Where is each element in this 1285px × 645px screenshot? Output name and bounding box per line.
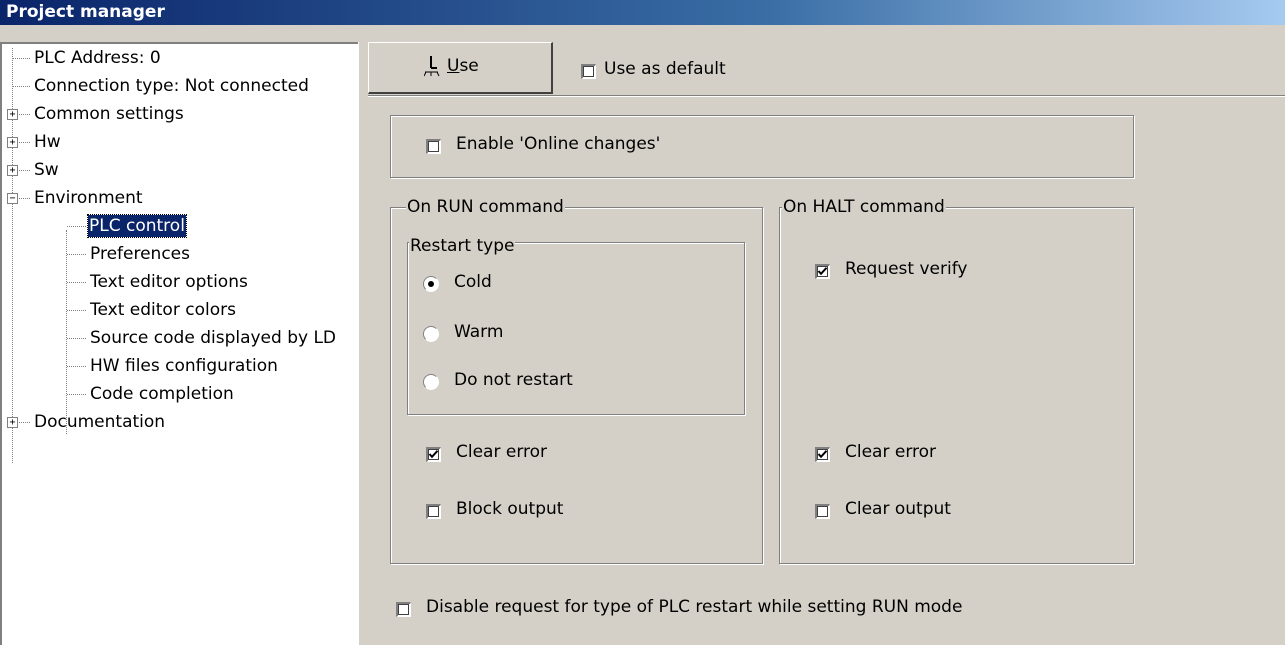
tree-item-label: HW files configuration	[90, 356, 278, 376]
tree-item-label: Documentation	[34, 412, 166, 432]
restart-type-title: Restart type	[409, 236, 516, 256]
expand-icon[interactable]: +	[7, 417, 18, 428]
tree-item-label: PLC control	[87, 214, 187, 238]
enable-online-changes-checkbox[interactable]	[426, 139, 441, 154]
tree-env-line	[66, 230, 67, 434]
tree-item-label: Common settings	[34, 104, 184, 124]
project-tree[interactable]: PLC Address: 0 Connection type: Not conn…	[0, 42, 358, 645]
restart-cold-label: Cold	[454, 272, 492, 292]
restart-none-radio[interactable]	[423, 374, 439, 390]
clear-output-checkbox[interactable]	[815, 504, 830, 519]
use-as-default-checkbox[interactable]	[581, 64, 596, 79]
expand-icon[interactable]: +	[7, 165, 18, 176]
block-output-label: Block output	[456, 499, 564, 519]
disable-restart-request-label: Disable request for type of PLC restart …	[426, 597, 963, 617]
tree-item-label: PLC Address: 0	[34, 48, 161, 68]
settings-pane: Use Use as default Enable 'Online change…	[368, 42, 1285, 645]
enable-online-changes-label: Enable 'Online changes'	[456, 134, 661, 154]
halt-clear-error-checkbox[interactable]	[815, 447, 830, 462]
request-verify-label: Request verify	[845, 259, 968, 279]
tree-item-label: Sw	[34, 160, 59, 180]
expand-icon[interactable]: +	[7, 137, 18, 148]
use-button[interactable]: Use	[368, 42, 553, 94]
halt-clear-error-label: Clear error	[845, 442, 937, 462]
collapse-icon[interactable]: −	[7, 193, 18, 204]
run-clear-error-label: Clear error	[456, 442, 548, 462]
restart-warm-label: Warm	[454, 322, 504, 342]
halt-command-title: On HALT command	[782, 197, 946, 217]
tree-item-label: Source code displayed by LD	[90, 328, 337, 348]
tree-item-label: Environment	[34, 188, 143, 208]
tree-item-plc-control[interactable]: PLC control	[2, 212, 358, 240]
run-command-title: On RUN command	[406, 197, 565, 217]
clear-output-label: Clear output	[845, 499, 951, 519]
restart-warm-radio[interactable]	[423, 326, 439, 342]
restart-none-label: Do not restart	[454, 370, 573, 390]
window-title: Project manager	[0, 0, 1285, 25]
block-output-checkbox[interactable]	[426, 504, 441, 519]
toolbar-divider	[368, 95, 1285, 97]
restart-cold-radio[interactable]	[423, 276, 439, 292]
tree-item-label: Text editor options	[90, 272, 248, 292]
use-as-default-label: Use as default	[604, 59, 726, 79]
disable-restart-request-checkbox[interactable]	[396, 602, 411, 617]
tree-item-label: Text editor colors	[90, 300, 236, 320]
run-clear-error-checkbox[interactable]	[426, 447, 441, 462]
tree-item-label: Connection type: Not connected	[34, 76, 309, 96]
panel-splitter[interactable]	[358, 42, 368, 645]
tree-item-label: Code completion	[90, 384, 234, 404]
use-icon	[423, 55, 440, 82]
use-button-label: Use	[447, 56, 479, 76]
expand-icon[interactable]: +	[7, 109, 18, 120]
request-verify-checkbox[interactable]	[815, 264, 830, 279]
tree-item-label: Preferences	[90, 244, 190, 264]
tree-item-label: Hw	[34, 132, 61, 152]
